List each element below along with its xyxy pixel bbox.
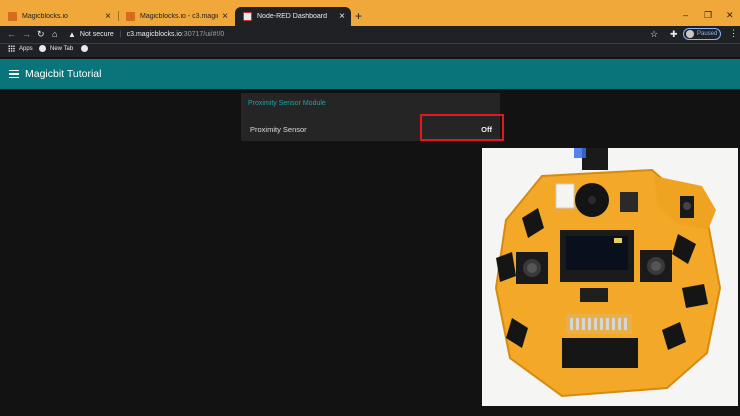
node-red-favicon-icon — [243, 12, 252, 21]
tab-node-red-dashboard[interactable]: Node-RED Dashboard × — [235, 7, 351, 26]
url-host: c3.magicblocks.io — [126, 31, 182, 38]
bookmark-star-icon[interactable]: ☆ — [650, 29, 658, 40]
apps-grid-icon — [8, 45, 15, 52]
dashboard-title: Magicbit Tutorial — [25, 68, 102, 80]
close-tab-icon[interactable]: × — [339, 11, 345, 22]
tab-magicblocks-c3[interactable]: Magicblocks.io - c3.magicblocks × — [118, 7, 234, 26]
profile-paused-button[interactable]: Paused — [683, 28, 721, 40]
security-label[interactable]: Not secure — [80, 31, 114, 38]
magicbit-board-photo — [482, 148, 738, 406]
profile-status-label: Paused — [697, 31, 718, 37]
magicblocks-favicon-icon — [126, 12, 135, 21]
url-separator: | — [119, 31, 122, 38]
close-tab-icon[interactable]: × — [105, 11, 111, 22]
minimize-button[interactable]: – — [683, 10, 688, 20]
globe-icon — [39, 45, 46, 52]
magicblocks-favicon-icon — [8, 12, 17, 21]
bookmark-label: Apps — [19, 45, 33, 52]
back-arrow-icon[interactable]: ← — [7, 28, 16, 40]
bookmark-label: New Tab — [50, 45, 74, 52]
url-path: :30717/ui/#!/0 — [181, 31, 225, 38]
close-tab-icon[interactable]: × — [222, 11, 228, 22]
address-bar[interactable]: ▲ Not secure | c3.magicblocks.io:30717/u… — [68, 28, 664, 41]
magicbit-board-image — [482, 148, 738, 406]
home-icon[interactable]: ⌂ — [52, 28, 57, 40]
hamburger-menu-icon[interactable] — [9, 70, 19, 78]
card-title: Proximity Sensor Module — [248, 100, 326, 107]
bookmark-new-tab[interactable]: New Tab — [39, 45, 73, 52]
warning-triangle-icon: ▲ — [68, 30, 76, 39]
extensions-puzzle-icon[interactable]: ✚ — [670, 29, 678, 40]
tab-title: Node-RED Dashboard — [257, 13, 328, 20]
bookmark-globe[interactable] — [81, 45, 92, 52]
bookmarks-bar — [0, 43, 740, 57]
forward-arrow-icon[interactable]: → — [22, 28, 31, 40]
tab-title: Magicblocks.io — [22, 13, 68, 20]
tab-magicblocks[interactable]: Magicblocks.io × — [0, 7, 117, 26]
tab-title: Magicblocks.io - c3.magicblocks — [140, 13, 218, 20]
bookmark-apps[interactable]: Apps — [8, 45, 33, 52]
proximity-sensor-value: Off — [481, 125, 492, 134]
close-window-button[interactable]: ✕ — [726, 10, 734, 20]
sensor-value-highlight: Off — [420, 114, 504, 141]
dashboard-header: Magicbit Tutorial — [0, 59, 740, 89]
new-tab-button[interactable]: + — [355, 10, 362, 22]
globe-icon — [81, 45, 88, 52]
browser-tab-strip: Magicblocks.io × Magicblocks.io - c3.mag… — [0, 0, 740, 26]
avatar — [686, 30, 694, 38]
menu-kebab-icon[interactable]: ⋮ — [729, 28, 738, 39]
maximize-button[interactable]: ❐ — [704, 10, 712, 20]
reload-icon[interactable]: ↻ — [37, 28, 45, 40]
proximity-sensor-label: Proximity Sensor — [250, 125, 307, 134]
